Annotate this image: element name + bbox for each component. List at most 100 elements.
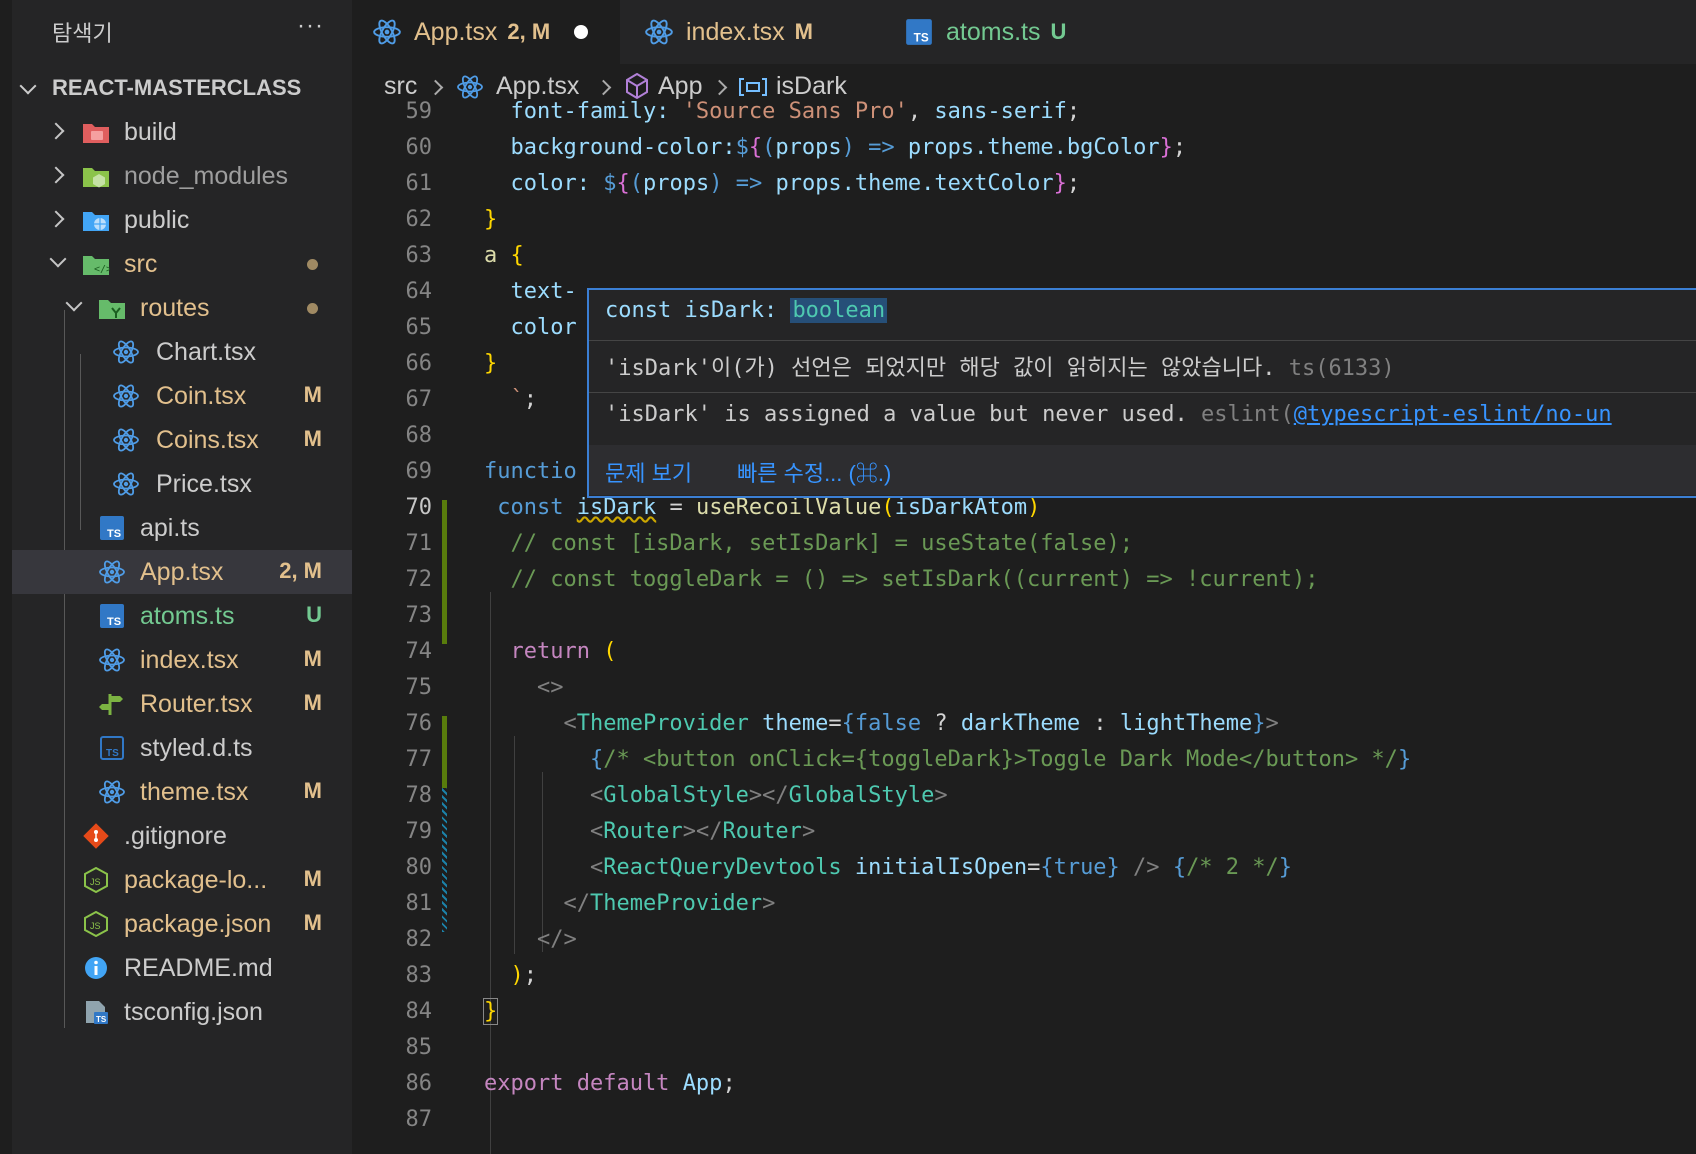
quick-fix-link[interactable]: 빠른 수정... (⌘.): [737, 456, 891, 488]
tree-item-label: tsconfig.json: [124, 998, 263, 1026]
tree-item-label: Chart.tsx: [156, 338, 257, 366]
tree-item-routes[interactable]: routes: [12, 286, 352, 330]
nodejs-icon: JS: [84, 867, 108, 893]
code-line: <>: [484, 675, 564, 700]
code-line: color: ${(props) => props.theme.textColo…: [484, 171, 1081, 196]
tree-item-label: api.ts: [140, 514, 200, 542]
code-line: <ThemeProvider theme={false ? darkTheme …: [484, 711, 1279, 736]
code-line: {/* <button onClick={toggleDark}>Toggle …: [484, 747, 1412, 772]
tree-item-label: styled.d.ts: [140, 734, 253, 762]
more-actions-icon[interactable]: ···: [297, 12, 324, 40]
code-line: a {: [484, 243, 524, 268]
tree-item-package-lock[interactable]: JS package-lo... M: [12, 858, 352, 902]
tab-index-tsx[interactable]: index.tsx M: [624, 0, 880, 64]
workspace-root[interactable]: REACT-MASTERCLASS: [12, 70, 352, 106]
git-status-badge: M: [303, 910, 322, 935]
nodejs-icon: JS: [84, 911, 108, 937]
unsaved-dot-icon[interactable]: [574, 25, 589, 39]
code-line: </ThemeProvider>: [484, 891, 776, 916]
svg-text:TS: TS: [107, 616, 121, 628]
tree-item-label: App.tsx: [140, 558, 224, 586]
tab-bar: App.tsx 2, M index.tsx M TS atoms.ts U: [352, 0, 1696, 64]
tree-item-index-tsx[interactable]: index.tsx M: [12, 638, 352, 682]
hover-tooltip[interactable]: const isDark: boolean 'isDark'이(가) 선언은 되…: [587, 288, 1696, 498]
view-problem-link[interactable]: 문제 보기: [605, 456, 692, 488]
code-line: }: [484, 207, 498, 232]
line-number: 60: [405, 135, 433, 160]
message-text: 'isDark' is assigned a value but never u…: [605, 402, 1188, 427]
git-status-badge: M: [303, 382, 322, 407]
tree-item-label: README.md: [124, 954, 273, 982]
tab-app-tsx[interactable]: App.tsx 2, M: [352, 0, 620, 64]
tree-item-styled-d-ts[interactable]: TS styled.d.ts: [12, 726, 352, 770]
git-status-badge: M: [303, 646, 322, 671]
hover-signature-type: boolean: [790, 298, 888, 323]
line-number: 61: [405, 171, 433, 196]
explorer-sidebar: 탐색기 ··· REACT-MASTERCLASS build node_mod…: [12, 0, 352, 1154]
line-number: 71: [405, 531, 433, 556]
svg-text:JS: JS: [90, 877, 101, 887]
tree-item-chart-tsx[interactable]: Chart.tsx: [12, 330, 352, 374]
tree-item-label: atoms.ts: [140, 602, 235, 630]
line-number: 87: [405, 1107, 433, 1132]
tab-atoms-ts[interactable]: TS atoms.ts U: [884, 0, 1120, 64]
eslint-rule-link[interactable]: @typescript-eslint/no-un: [1294, 402, 1612, 427]
tab-badge: M: [794, 19, 813, 44]
tree-item-api-ts[interactable]: TS api.ts: [12, 506, 352, 550]
message-code-prefix: eslint(: [1201, 402, 1294, 427]
git-added-marker: [442, 716, 447, 788]
react-icon: [373, 19, 401, 45]
git-icon: [83, 823, 109, 849]
line-number: 84: [405, 999, 433, 1024]
svg-text:TS: TS: [107, 528, 121, 540]
code-line: color: [484, 315, 577, 340]
chevron-down-icon: [65, 294, 83, 312]
tree-item-coin-tsx[interactable]: Coin.tsx M: [12, 374, 352, 418]
modified-dot: [307, 303, 318, 314]
tree-item-label: public: [124, 206, 190, 234]
tree-item-build[interactable]: build: [12, 110, 352, 154]
folder-routes-icon: [99, 300, 125, 319]
line-number: 68: [405, 423, 433, 448]
tree-item-gitignore[interactable]: .gitignore: [12, 814, 352, 858]
line-number: 76: [405, 711, 433, 736]
tree-item-tsconfig[interactable]: TS tsconfig.json: [12, 990, 352, 1034]
line-number: 70: [405, 495, 433, 520]
code-line: <Router></Router>: [484, 819, 816, 844]
tree-item-src[interactable]: </> src: [12, 242, 352, 286]
tree-item-label: Price.tsx: [156, 470, 252, 498]
git-added-marker: [442, 500, 447, 644]
tree-item-label: src: [124, 250, 158, 278]
chevron-right-icon: [595, 79, 612, 96]
line-number: 73: [405, 603, 433, 628]
tree-item-router-tsx[interactable]: Router.tsx M: [12, 682, 352, 726]
tree-item-public[interactable]: public: [12, 198, 352, 242]
svg-text:TS: TS: [914, 32, 929, 45]
line-number: 63: [405, 243, 433, 268]
tree-item-node-modules[interactable]: node_modules: [12, 154, 352, 198]
code-editor[interactable]: 59 60 61 62 63 64 65 66 67 68 69 70 71 7…: [352, 99, 1696, 1154]
react-icon: [113, 340, 139, 364]
line-number: 85: [405, 1035, 433, 1060]
tree-item-atoms-ts[interactable]: TS atoms.ts U: [12, 594, 352, 638]
workspace-root-label: REACT-MASTERCLASS: [52, 75, 302, 100]
code-line: <ReactQueryDevtools initialIsOpen={true}…: [484, 855, 1293, 880]
tree-item-readme[interactable]: README.md: [12, 946, 352, 990]
router-icon: [99, 694, 123, 715]
line-number: 75: [405, 675, 433, 700]
tree-item-theme-tsx[interactable]: theme.tsx M: [12, 770, 352, 814]
message-text: 'isDark'이(가) 선언은 되었지만 해당 값이 읽히지는 않았습니다.: [605, 356, 1276, 381]
code-line: `;: [484, 387, 537, 412]
message-code: ts(6133): [1288, 356, 1395, 381]
info-icon: [85, 957, 107, 979]
git-status-badge: M: [303, 866, 322, 891]
tree-item-package-json[interactable]: JS package.json M: [12, 902, 352, 946]
tree-item-coins-tsx[interactable]: Coins.tsx M: [12, 418, 352, 462]
tree-item-app-tsx[interactable]: App.tsx 2, M: [12, 550, 352, 594]
tree-item-price-tsx[interactable]: Price.tsx: [12, 462, 352, 506]
tree-item-label: package.json: [124, 910, 272, 938]
hover-message-en: 'isDark' is assigned a value but never u…: [605, 402, 1612, 427]
chevron-down-icon: [49, 250, 67, 268]
tab-badge: U: [1050, 19, 1067, 44]
git-status-badge: M: [303, 690, 322, 715]
